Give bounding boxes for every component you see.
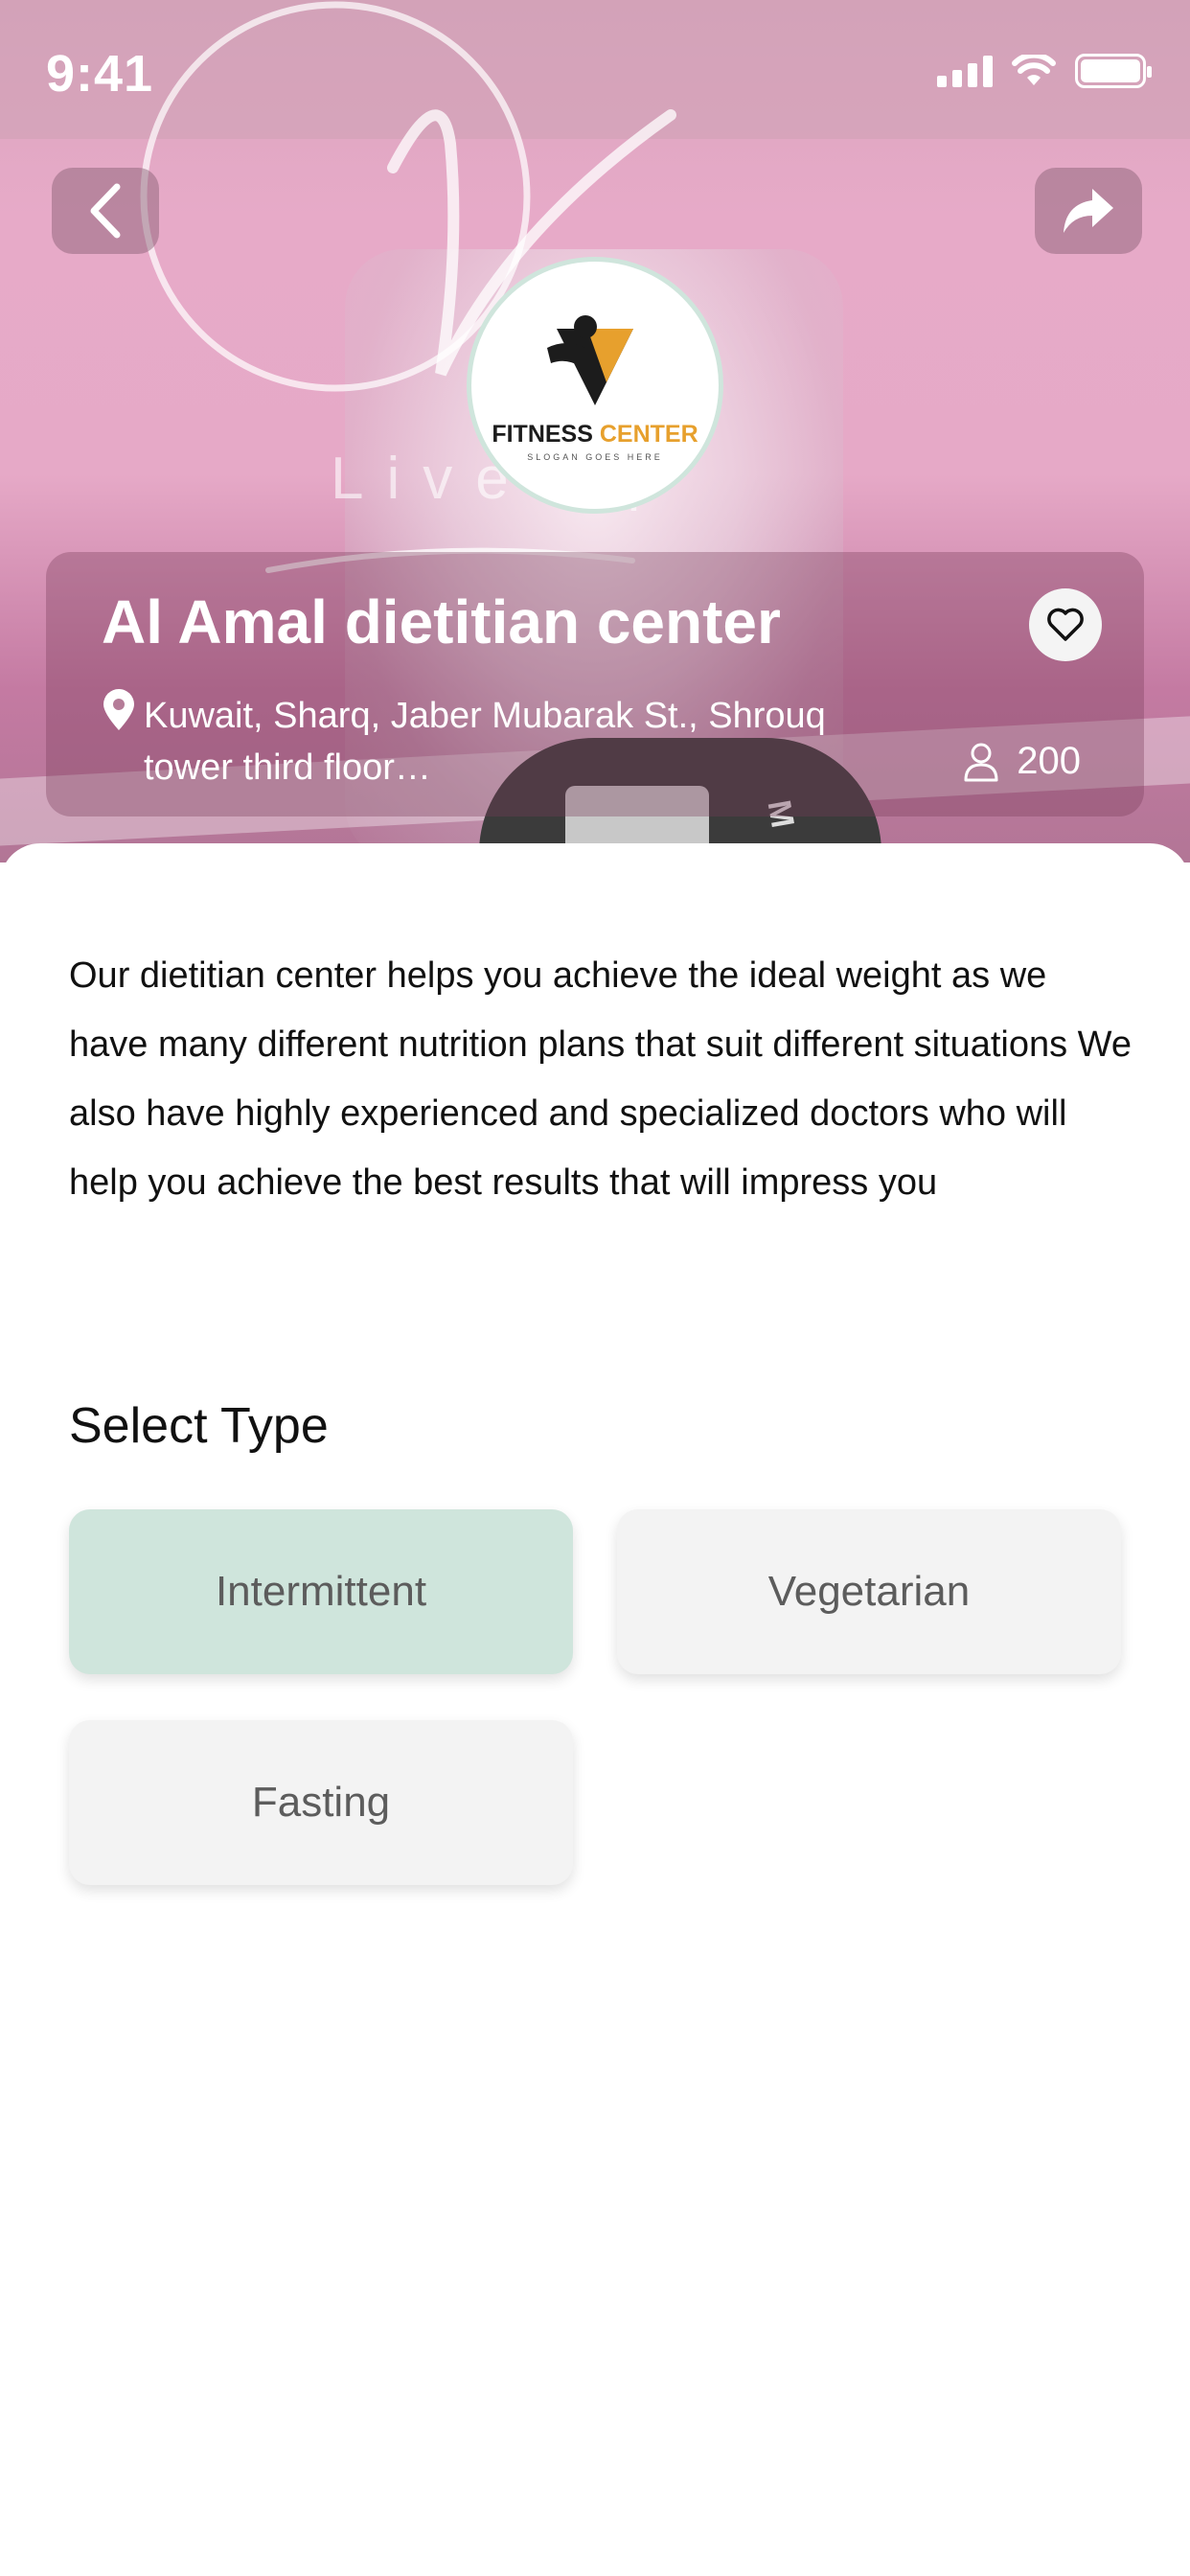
center-logo: FITNESS CENTER SLOGAN GOES HERE: [467, 257, 723, 514]
logo-title-accent: CENTER: [599, 420, 698, 448]
members-count: 200: [963, 740, 1081, 783]
battery-icon: [1075, 54, 1152, 88]
type-option-vegetarian[interactable]: Vegetarian: [617, 1509, 1121, 1674]
logo-title-main: FITNESS: [492, 420, 593, 448]
type-option-intermittent[interactable]: Intermittent: [69, 1509, 573, 1674]
center-address: Kuwait, Sharq, Jaber Mubarak St., Shrouq…: [144, 696, 826, 788]
status-icons: [937, 54, 1152, 88]
heart-icon: [1047, 608, 1084, 641]
favorite-button[interactable]: [1029, 588, 1102, 661]
members-count-value: 200: [1017, 740, 1081, 782]
back-button[interactable]: [52, 168, 159, 254]
person-icon: [964, 743, 998, 781]
wifi-icon: [1012, 55, 1056, 85]
center-name: Al Amal dietitian center: [102, 587, 781, 656]
center-info-card: Al Amal dietitian center Kuwait, Sharq, …: [46, 552, 1144, 816]
status-time: 9:41: [46, 45, 154, 103]
type-option-fasting[interactable]: Fasting: [69, 1720, 573, 1885]
center-description: Our dietitian center helps you achieve t…: [69, 955, 1132, 1203]
share-arrow-icon: [1064, 189, 1113, 233]
cellular-signal-icon: [937, 55, 993, 87]
share-button[interactable]: [1035, 168, 1142, 254]
select-type-title: Select Type: [69, 1398, 329, 1454]
content-sheet: Our dietitian center helps you achieve t…: [0, 843, 1190, 2576]
location-pin-icon: [103, 689, 134, 730]
logo-slogan: SLOGAN GOES HERE: [527, 451, 663, 462]
status-bar: 9:41: [0, 0, 1190, 139]
logo-title: FITNESS CENTER: [492, 421, 698, 448]
chevron-left-icon: [90, 183, 121, 239]
fitness-figure-icon: [547, 314, 633, 405]
